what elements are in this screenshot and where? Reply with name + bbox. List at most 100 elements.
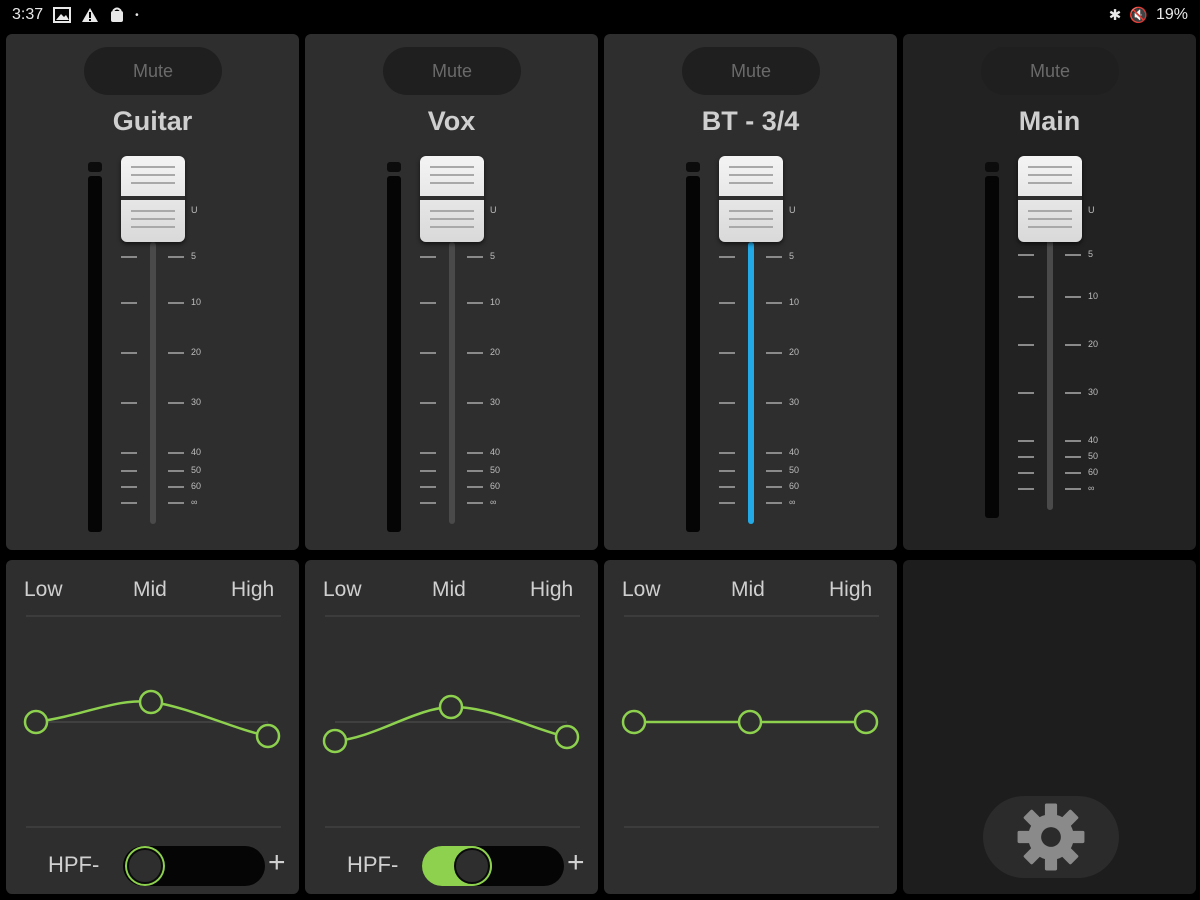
eq-curve-vox[interactable] [305, 560, 598, 820]
fader-track-guitar[interactable] [150, 242, 156, 524]
scale-tick [1065, 456, 1081, 458]
channel-strip-main: Mute Main U 5 10 20 30 40 50 60 ∞ [903, 34, 1196, 550]
scale-label: 5 [490, 251, 496, 261]
scale-tick [420, 452, 436, 454]
eq-panel-bt: Low Mid High [604, 560, 897, 894]
scale-label: 60 [191, 481, 202, 491]
fader-track-vox[interactable] [449, 242, 455, 524]
scale-label: 30 [490, 397, 501, 407]
scale-tick [1018, 440, 1034, 442]
eq-divider [624, 826, 879, 828]
scale-label: U [191, 205, 198, 215]
eq-curve-bt[interactable] [604, 560, 897, 820]
channel-strip-guitar: Mute Guitar U 5 10 20 30 40 50 60 ∞ [6, 34, 299, 550]
scale-tick [121, 486, 137, 488]
channel-name-vox: Vox [427, 106, 476, 136]
scale-label: 30 [191, 397, 202, 407]
scale-tick [719, 256, 735, 258]
scale-label: 5 [191, 251, 197, 261]
scale-tick [121, 470, 137, 472]
eq-divider [325, 826, 580, 828]
scale-tick [1065, 296, 1081, 298]
level-meter-cap [387, 162, 401, 172]
channel-strip-vox: Mute Vox U 5 10 20 30 40 50 60 ∞ [305, 34, 598, 550]
scale-tick [1018, 296, 1034, 298]
scale-tick [1018, 456, 1034, 458]
warning-icon [82, 8, 99, 22]
fader-handle-guitar[interactable] [121, 156, 185, 242]
scale-label: 50 [191, 465, 202, 475]
scale-label: 50 [1088, 451, 1099, 461]
eq-divider [26, 826, 281, 828]
eq-node-high[interactable] [853, 709, 879, 735]
scale-tick [467, 256, 483, 258]
mute-button-vox[interactable]: Mute [383, 47, 521, 95]
scale-tick [719, 486, 735, 488]
hpf-plus[interactable]: + [567, 846, 585, 880]
scale-tick [121, 402, 137, 404]
level-meter-bt [686, 176, 700, 532]
eq-node-low[interactable] [621, 709, 647, 735]
scale-label: 5 [789, 251, 795, 261]
eq-node-low[interactable] [322, 728, 348, 754]
scale-tick [1065, 488, 1081, 490]
fader-handle-vox[interactable] [420, 156, 484, 242]
channel-strip-bt: Mute BT - 3/4 U 5 10 20 30 40 50 60 ∞ [604, 34, 897, 550]
level-meter-cap [88, 162, 102, 172]
eq-node-mid[interactable] [737, 709, 763, 735]
scale-tick [1018, 254, 1034, 256]
scale-tick [1018, 392, 1034, 394]
scale-tick [766, 302, 782, 304]
scale-tick [467, 352, 483, 354]
scale-tick [420, 402, 436, 404]
mute-button-guitar[interactable]: Mute [84, 47, 222, 95]
scale-label: 20 [789, 347, 800, 357]
fader-handle-main[interactable] [1018, 156, 1082, 242]
scale-label: 10 [490, 297, 501, 307]
level-meter-cap [985, 162, 999, 172]
mute-button-bt[interactable]: Mute [682, 47, 820, 95]
image-icon [53, 7, 72, 23]
eq-curve-guitar[interactable] [6, 560, 299, 820]
mute-button-main[interactable]: Mute [981, 47, 1119, 95]
scale-tick [719, 302, 735, 304]
scale-tick [1065, 472, 1081, 474]
level-meter-main [985, 176, 999, 518]
level-meter-guitar [88, 176, 102, 532]
hpf-plus[interactable]: + [268, 846, 286, 880]
scale-label: 30 [1088, 387, 1099, 397]
eq-node-mid[interactable] [138, 689, 164, 715]
scale-tick [1018, 472, 1034, 474]
hpf-toggle-knob [454, 848, 490, 884]
scale-tick [766, 486, 782, 488]
channel-name-main: Main [1018, 106, 1081, 136]
scale-tick [1065, 392, 1081, 394]
scale-label: 40 [789, 447, 800, 457]
fader-track-main[interactable] [1047, 240, 1053, 510]
eq-node-low[interactable] [23, 709, 49, 735]
scale-label: 10 [191, 297, 202, 307]
scale-tick [121, 256, 137, 258]
scale-tick [766, 470, 782, 472]
scale-label: ∞ [490, 497, 497, 507]
scale-label: ∞ [191, 497, 198, 507]
scale-tick [719, 452, 735, 454]
eq-node-high[interactable] [554, 724, 580, 750]
scale-tick [467, 470, 483, 472]
scale-label: 50 [789, 465, 800, 475]
settings-button[interactable] [983, 796, 1119, 878]
status-time: 3:37 [12, 6, 44, 23]
scale-label: 40 [490, 447, 501, 457]
scale-tick [168, 470, 184, 472]
hpf-toggle-guitar[interactable] [123, 846, 265, 886]
hpf-label: HPF- [48, 852, 100, 877]
hpf-label: HPF- [347, 852, 399, 877]
hpf-toggle-knob [127, 848, 163, 884]
fader-handle-bt[interactable] [719, 156, 783, 242]
scale-tick [420, 256, 436, 258]
eq-node-high[interactable] [255, 723, 281, 749]
eq-node-mid[interactable] [438, 694, 464, 720]
scale-tick [766, 352, 782, 354]
scale-tick [467, 402, 483, 404]
hpf-toggle-vox[interactable] [422, 846, 564, 886]
